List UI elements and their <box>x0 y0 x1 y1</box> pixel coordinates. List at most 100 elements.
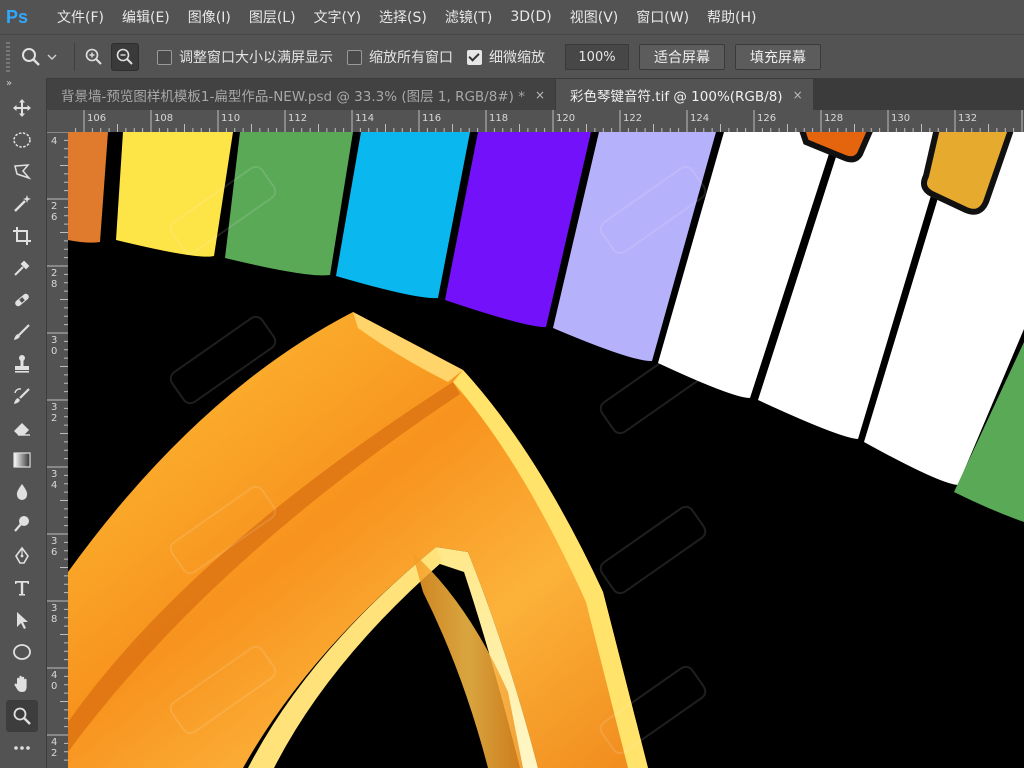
menu-window[interactable]: 窗口(W) <box>627 7 698 27</box>
tool-path-selection[interactable] <box>6 604 38 636</box>
chevron-down-icon <box>47 54 57 60</box>
ruler-label: 124 <box>690 113 709 124</box>
menu-view[interactable]: 视图(V) <box>561 7 628 27</box>
ruler-label: 108 <box>154 113 173 124</box>
tool-lasso[interactable] <box>6 156 38 188</box>
brush-icon <box>14 324 30 340</box>
scrubby-zoom-label: 细微缩放 <box>489 50 545 66</box>
ruler-origin[interactable] <box>47 110 69 133</box>
ruler-label: 126 <box>757 113 776 124</box>
resize-windows-label: 调整窗口大小以满屏显示 <box>179 50 333 66</box>
ruler-label: 2 <box>51 413 57 424</box>
eyedropper-icon <box>14 260 30 276</box>
ruler-label: 8 <box>51 614 57 625</box>
ruler-label: 6 <box>51 212 57 223</box>
tool-zoom[interactable] <box>6 700 38 732</box>
zoom-percent-field[interactable]: 100% <box>565 44 629 70</box>
shape-icon <box>13 644 31 660</box>
gradient-icon <box>13 452 31 468</box>
zoom-icon <box>13 707 31 725</box>
tool-eraser[interactable] <box>6 412 38 444</box>
history-brush-icon <box>14 388 30 404</box>
tab-title: 背景墙-预览图样机模板1-扁型作品-NEW.psd @ 33.3% (图层 1,… <box>61 88 525 105</box>
tool-crop[interactable] <box>6 220 38 252</box>
tool-dodge[interactable] <box>6 508 38 540</box>
ruler-label: 2 <box>51 748 57 759</box>
menu-image[interactable]: 图像(I) <box>179 7 240 27</box>
vertical-ruler[interactable]: 4262830323436384042 <box>47 132 69 768</box>
menu-filter[interactable]: 滤镜(T) <box>436 7 501 27</box>
pen-icon <box>15 546 29 564</box>
tool-preset-picker[interactable] <box>20 46 68 68</box>
options-grip[interactable] <box>6 42 10 72</box>
healing-brush-icon <box>15 293 29 307</box>
tool-ellipse-marquee[interactable] <box>6 124 38 156</box>
menu-edit[interactable]: 编辑(E) <box>113 7 179 27</box>
tab-background-wall-psd[interactable]: 背景墙-预览图样机模板1-扁型作品-NEW.psd @ 33.3% (图层 1,… <box>47 79 556 110</box>
tool-magic-wand[interactable] <box>6 188 38 220</box>
tool-pen[interactable] <box>6 540 38 572</box>
tool-more[interactable] <box>6 732 38 764</box>
tool-eyedropper[interactable] <box>6 252 38 284</box>
ruler-label: 0 <box>51 681 57 692</box>
tab-title: 彩色琴键音符.tif @ 100%(RGB/8) <box>570 88 783 105</box>
tools-panel: » <box>0 78 47 768</box>
ruler-label: 128 <box>824 113 843 124</box>
scrubby-zoom-checkbox[interactable]: 细微缩放 <box>467 47 545 67</box>
close-icon[interactable]: × <box>535 88 545 102</box>
ruler-label: 132 <box>958 113 977 124</box>
ruler-ticks: 4262830323436384042 <box>47 132 68 761</box>
menu-file[interactable]: 文件(F) <box>48 7 113 27</box>
zoom-out-button[interactable] <box>111 43 139 71</box>
ruler-label: 106 <box>87 113 106 124</box>
document-tabs: 背景墙-预览图样机模板1-扁型作品-NEW.psd @ 33.3% (图层 1,… <box>47 78 1024 110</box>
horizontal-ruler[interactable]: 106 108 110 112 114 116 118 120 122 124 126 128 130 1… <box>68 110 1024 133</box>
ruler-label: 122 <box>623 113 642 124</box>
tool-brush[interactable] <box>6 316 38 348</box>
tool-gradient[interactable] <box>6 444 38 476</box>
menu-bar: Ps 文件(F) 编辑(E) 图像(I) 图层(L) 文字(Y) 选择(S) 滤… <box>0 0 1024 34</box>
eraser-icon <box>14 423 30 436</box>
fit-screen-button[interactable]: 适合屏幕 <box>639 44 725 70</box>
ruler-label: 114 <box>355 113 374 124</box>
ruler-label: 2 <box>51 201 57 212</box>
magic-wand-icon <box>14 195 31 212</box>
ruler-label: 4 <box>51 136 57 147</box>
zoom-all-windows-checkbox[interactable]: 缩放所有窗口 <box>347 47 453 67</box>
menu-select[interactable]: 选择(S) <box>370 7 436 27</box>
menu-3d[interactable]: 3D(D) <box>501 9 560 25</box>
blur-icon <box>16 484 28 500</box>
tool-move[interactable] <box>6 92 38 124</box>
ruler-label: 3 <box>51 603 57 614</box>
tool-type[interactable] <box>6 572 38 604</box>
toolbar-expand[interactable]: » <box>0 78 46 92</box>
close-icon[interactable]: × <box>793 88 803 102</box>
resize-windows-checkbox[interactable]: 调整窗口大小以满屏显示 <box>157 47 333 67</box>
fill-screen-button[interactable]: 填充屏幕 <box>735 44 821 70</box>
more-icon <box>14 746 30 750</box>
menu-help[interactable]: 帮助(H) <box>698 7 765 27</box>
tab-piano-notes-tif[interactable]: 彩色琴键音符.tif @ 100%(RGB/8) × <box>556 79 813 110</box>
checkbox-box-checked <box>467 49 482 65</box>
ruler-label: 0 <box>51 346 57 357</box>
document-canvas[interactable] <box>68 132 1024 768</box>
stamp-icon <box>15 355 29 373</box>
menu-type[interactable]: 文字(Y) <box>305 7 370 27</box>
tool-blur[interactable] <box>6 476 38 508</box>
tool-history-brush[interactable] <box>6 380 38 412</box>
zoom-in-button[interactable] <box>81 44 107 70</box>
ruler-label: 112 <box>288 113 307 124</box>
ruler-ticks: 106 108 110 112 114 116 118 120 122 124 126 128 130 1… <box>75 110 1023 132</box>
photoshop-logo: Ps <box>6 7 29 27</box>
menu-layer[interactable]: 图层(L) <box>240 7 305 27</box>
tool-healing-brush[interactable] <box>6 284 38 316</box>
ruler-label: 110 <box>221 113 240 124</box>
tool-clone-stamp[interactable] <box>6 348 38 380</box>
ruler-label: 3 <box>51 335 57 346</box>
tool-ellipse-shape[interactable] <box>6 636 38 668</box>
path-select-icon <box>17 612 28 629</box>
ruler-label: 116 <box>422 113 441 124</box>
ruler-label: 120 <box>556 113 575 124</box>
tool-hand[interactable] <box>6 668 38 700</box>
lasso-icon <box>14 164 32 180</box>
